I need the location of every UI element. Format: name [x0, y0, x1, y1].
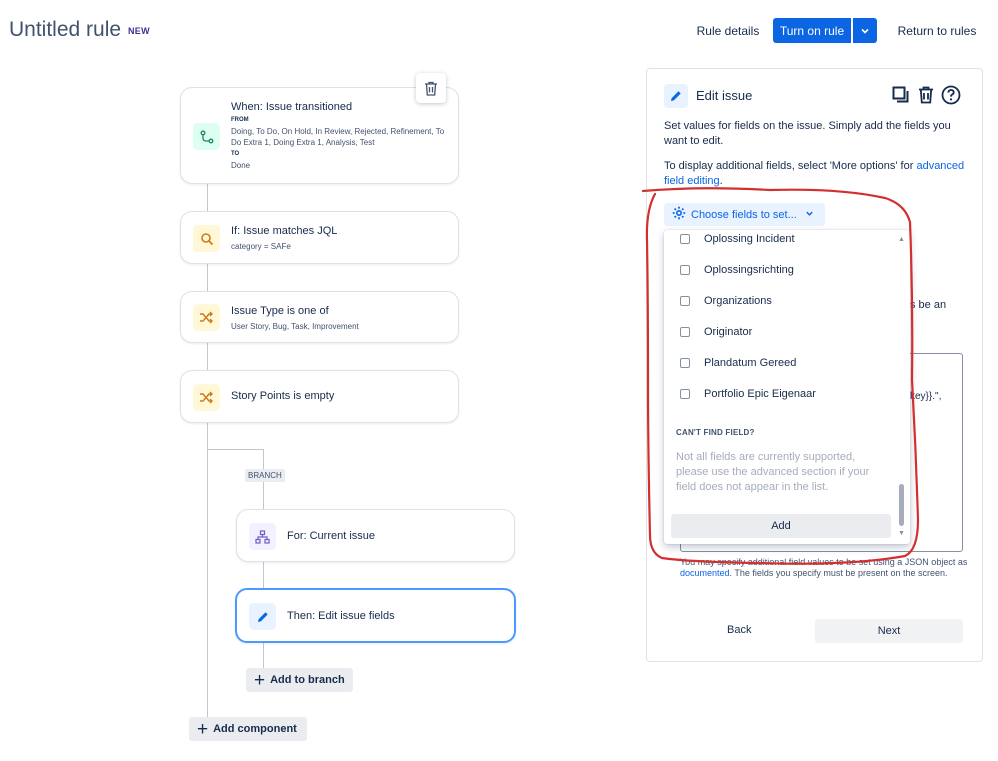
add-to-branch-label: Add to branch: [270, 674, 345, 686]
branch-for-title: For: Current issue: [287, 530, 376, 542]
advanced-note-text: To display additional fields, select 'Mo…: [664, 160, 917, 172]
checkbox[interactable]: [680, 265, 690, 275]
to-value: Done: [231, 161, 251, 170]
checkbox[interactable]: [680, 234, 690, 244]
advanced-note-suffix: .: [719, 175, 723, 187]
condition-jql-value: category = SAFe: [231, 242, 291, 251]
copy-icon: [892, 86, 909, 103]
plus-icon: +: [197, 718, 209, 740]
field-option-label: Oplossingsrichting: [704, 264, 794, 276]
back-button[interactable]: Back: [727, 624, 751, 636]
add-fields-button[interactable]: Add: [671, 514, 891, 538]
pencil-icon: [664, 84, 688, 108]
json-help-text: You may specify additional field values …: [680, 557, 970, 579]
field-option[interactable]: Oplossing Incident: [680, 233, 795, 245]
transition-icon: [193, 123, 220, 150]
dropdown-scrollbar[interactable]: ▲ ▼: [898, 236, 906, 540]
checkbox[interactable]: [680, 358, 690, 368]
cant-find-field-heading: CAN'T FIND FIELD?: [676, 428, 755, 437]
pencil-icon: [249, 603, 276, 630]
flow-connector: [207, 423, 208, 717]
trigger-title: When: Issue transitioned: [231, 101, 353, 113]
branch-connector: [263, 562, 264, 589]
branch-connector: [207, 449, 264, 450]
condition-jql-title: If: Issue matches JQL: [231, 225, 338, 237]
copy-button[interactable]: [890, 84, 912, 106]
condition-issue-type-card[interactable]: Issue Type is one of User Story, Bug, Ta…: [180, 291, 459, 343]
rule-title[interactable]: Untitled rule: [9, 18, 121, 42]
delete-component-button[interactable]: [915, 84, 937, 106]
scroll-thumb[interactable]: [899, 484, 904, 526]
field-option-label: Originator: [704, 326, 753, 338]
choose-fields-button[interactable]: Choose fields to set...: [664, 203, 825, 226]
branch-label: BRANCH: [245, 469, 285, 482]
scroll-up-arrow-icon[interactable]: ▲: [898, 236, 905, 243]
condition-story-points-card[interactable]: Story Points is empty: [180, 370, 459, 423]
field-option-label: Oplossing Incident: [704, 233, 795, 245]
chevron-down-icon: [805, 209, 814, 221]
flow-connector: [207, 343, 208, 370]
field-option-label: Plandatum Gereed: [704, 357, 797, 369]
search-icon: [193, 225, 220, 252]
gear-icon: [672, 206, 686, 223]
chevron-down-icon: [861, 28, 869, 34]
obscured-json-text: key}}.",: [910, 391, 942, 402]
new-badge: NEW: [128, 26, 150, 36]
shuffle-icon: [193, 384, 220, 411]
field-option-label: Portfolio Epic Eigenaar: [704, 388, 816, 400]
to-label: TO: [231, 151, 240, 157]
condition-issue-type-value: User Story, Bug, Task, Improvement: [231, 322, 359, 331]
field-option[interactable]: Portfolio Epic Eigenaar: [680, 388, 816, 400]
panel-advanced-note: To display additional fields, select 'Mo…: [664, 159, 969, 189]
condition-issue-type-title: Issue Type is one of: [231, 305, 329, 317]
field-option[interactable]: Oplossingsrichting: [680, 264, 794, 276]
help-button[interactable]: [940, 84, 962, 106]
branch-connector: [263, 642, 264, 669]
checkbox[interactable]: [680, 389, 690, 399]
field-option[interactable]: Plandatum Gereed: [680, 357, 796, 369]
branch-then-title: Then: Edit issue fields: [287, 610, 395, 622]
add-to-branch-button[interactable]: + Add to branch: [246, 668, 353, 692]
checkbox[interactable]: [680, 327, 690, 337]
delete-trigger-button[interactable]: [416, 73, 446, 103]
from-label: FROM: [231, 117, 249, 123]
condition-story-points-title: Story Points is empty: [231, 390, 335, 402]
cant-find-field-description: Not all fields are currently supported, …: [676, 451, 870, 493]
add-component-label: Add component: [213, 723, 297, 735]
flow-connector: [207, 264, 208, 291]
branch-then-card[interactable]: Then: Edit issue fields: [235, 588, 516, 643]
flow-connector: [207, 184, 208, 211]
json-help-suffix: . The fields you specify must be present…: [729, 568, 948, 578]
hierarchy-icon: [249, 523, 276, 550]
json-help-prefix: You may specify additional field values …: [680, 557, 968, 567]
panel-description: Set values for fields on the issue. Simp…: [664, 120, 951, 147]
choose-fields-label: Choose fields to set...: [691, 208, 797, 221]
turn-on-rule-button[interactable]: Turn on rule: [773, 18, 851, 43]
obscured-text: s be an: [910, 299, 947, 311]
next-button[interactable]: Next: [815, 619, 963, 643]
scroll-down-arrow-icon[interactable]: ▼: [898, 530, 905, 537]
condition-jql-card[interactable]: If: Issue matches JQL category = SAFe: [180, 211, 459, 264]
field-option[interactable]: Organizations: [680, 295, 772, 307]
trash-icon: [919, 86, 933, 104]
field-option[interactable]: Originator: [680, 326, 752, 338]
panel-title: Edit issue: [696, 88, 753, 103]
trash-icon: [425, 81, 437, 96]
branch-for-card[interactable]: For: Current issue: [236, 509, 515, 562]
help-icon: [941, 85, 961, 105]
add-component-button[interactable]: + Add component: [189, 717, 307, 741]
plus-icon: +: [254, 669, 266, 691]
turn-on-options-button[interactable]: [853, 18, 877, 43]
field-option-label: Organizations: [704, 295, 772, 307]
from-value: Doing, To Do, On Hold, In Review, Reject…: [231, 127, 445, 147]
return-to-rules-button[interactable]: Return to rules: [895, 18, 979, 43]
shuffle-icon: [193, 304, 220, 331]
documented-link[interactable]: documented: [680, 568, 730, 578]
checkbox[interactable]: [680, 296, 690, 306]
field-picker-dropdown[interactable]: Oplossing Incident Oplossingsrichting Or…: [664, 230, 910, 544]
rule-details-button[interactable]: Rule details: [692, 18, 764, 43]
